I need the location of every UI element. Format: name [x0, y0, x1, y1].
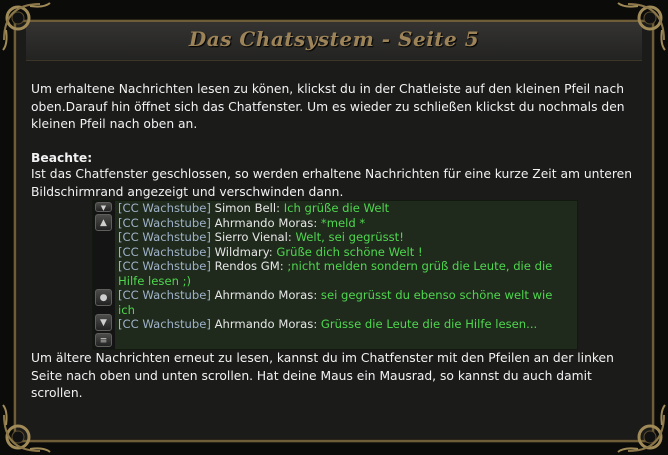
sender-name: Wildmary: [214, 244, 269, 259]
corner-ornament-icon: [614, 0, 668, 54]
chat-message: [CC Wachstube] Ahrmando Moras: Grüsse di…: [118, 317, 538, 331]
sender-name: Rendos GM: [214, 259, 280, 273]
channel-tag: [CC Wachstube]: [118, 230, 211, 244]
scroll-position-button[interactable]: ●: [95, 289, 112, 306]
message-text: Grüße dich schöne Welt !: [276, 244, 423, 259]
channel-tag: [CC Wachstube]: [118, 259, 211, 273]
scroll-up-button[interactable]: ▲: [95, 214, 112, 231]
channel-tag: [CC Wachstube]: [118, 215, 211, 230]
chat-message-list: [CC Wachstube] Simon Bell: Ich grüße die…: [118, 201, 573, 332]
sender-name: Ahrmando Moras: [214, 288, 314, 302]
note-heading: Beachte:: [31, 151, 93, 165]
scroll-top-button[interactable]: ▼: [95, 202, 112, 212]
help-window: Das Chatsystem - Seite 5 Um erhaltene Na…: [0, 0, 668, 455]
intro-paragraph: Um erhaltene Nachrichten lesen zu könen,…: [31, 82, 625, 131]
note-paragraph: Ist das Chatfenster geschlossen, so werd…: [31, 167, 632, 199]
resize-handle-icon[interactable]: ≡: [95, 333, 112, 347]
corner-ornament-icon: [0, 401, 54, 455]
message-text: Ich grüße die Welt: [283, 201, 390, 215]
chat-message: [CC Wachstube] Sierro Vienal: Welt, sei …: [118, 230, 404, 244]
chat-message: [CC Wachstube] Ahrmando Moras: sei gegrü…: [118, 288, 553, 317]
sender-name: Ahrmando Moras: [214, 317, 314, 331]
message-text: *meld *: [320, 215, 366, 230]
corner-ornament-icon: [0, 0, 54, 54]
scroll-paragraph: Um ältere Nachrichten erneut zu lesen, k…: [31, 351, 614, 400]
channel-tag: [CC Wachstube]: [118, 244, 211, 259]
sender-name: Simon Bell: [214, 201, 277, 215]
channel-tag: [CC Wachstube]: [118, 288, 211, 302]
window-title: Das Chatsystem - Seite 5: [188, 27, 480, 51]
scroll-down-button[interactable]: ▼: [95, 314, 112, 331]
message-text: Welt, sei gegrüsst!: [295, 230, 404, 244]
sender-name: Sierro Vienal: [214, 230, 288, 244]
sender-name: Ahrmando Moras: [214, 215, 314, 230]
channel-tag: [CC Wachstube]: [118, 201, 211, 215]
chat-message: [CC Wachstube] Rendos GM: ;nicht melden …: [118, 259, 553, 288]
chat-message: [CC Wachstube] Simon Bell: Ich grüße die…: [118, 201, 390, 215]
corner-ornament-icon: [614, 401, 668, 455]
chat-message: [CC Wachstube] Wildmary: Grüße dich schö…: [118, 244, 423, 259]
message-text: Grüsse die Leute die die Hilfe lesen...: [320, 317, 538, 331]
chat-message: [CC Wachstube] Ahrmando Moras: *meld *: [118, 215, 366, 230]
chat-window: ▼ ▲ ● ▼ ≡ [CC Wachstube] Simon Bell: Ich…: [92, 200, 578, 350]
chat-scroll-controls: ▼ ▲ ● ▼ ≡: [93, 201, 115, 349]
channel-tag: [CC Wachstube]: [118, 317, 211, 331]
